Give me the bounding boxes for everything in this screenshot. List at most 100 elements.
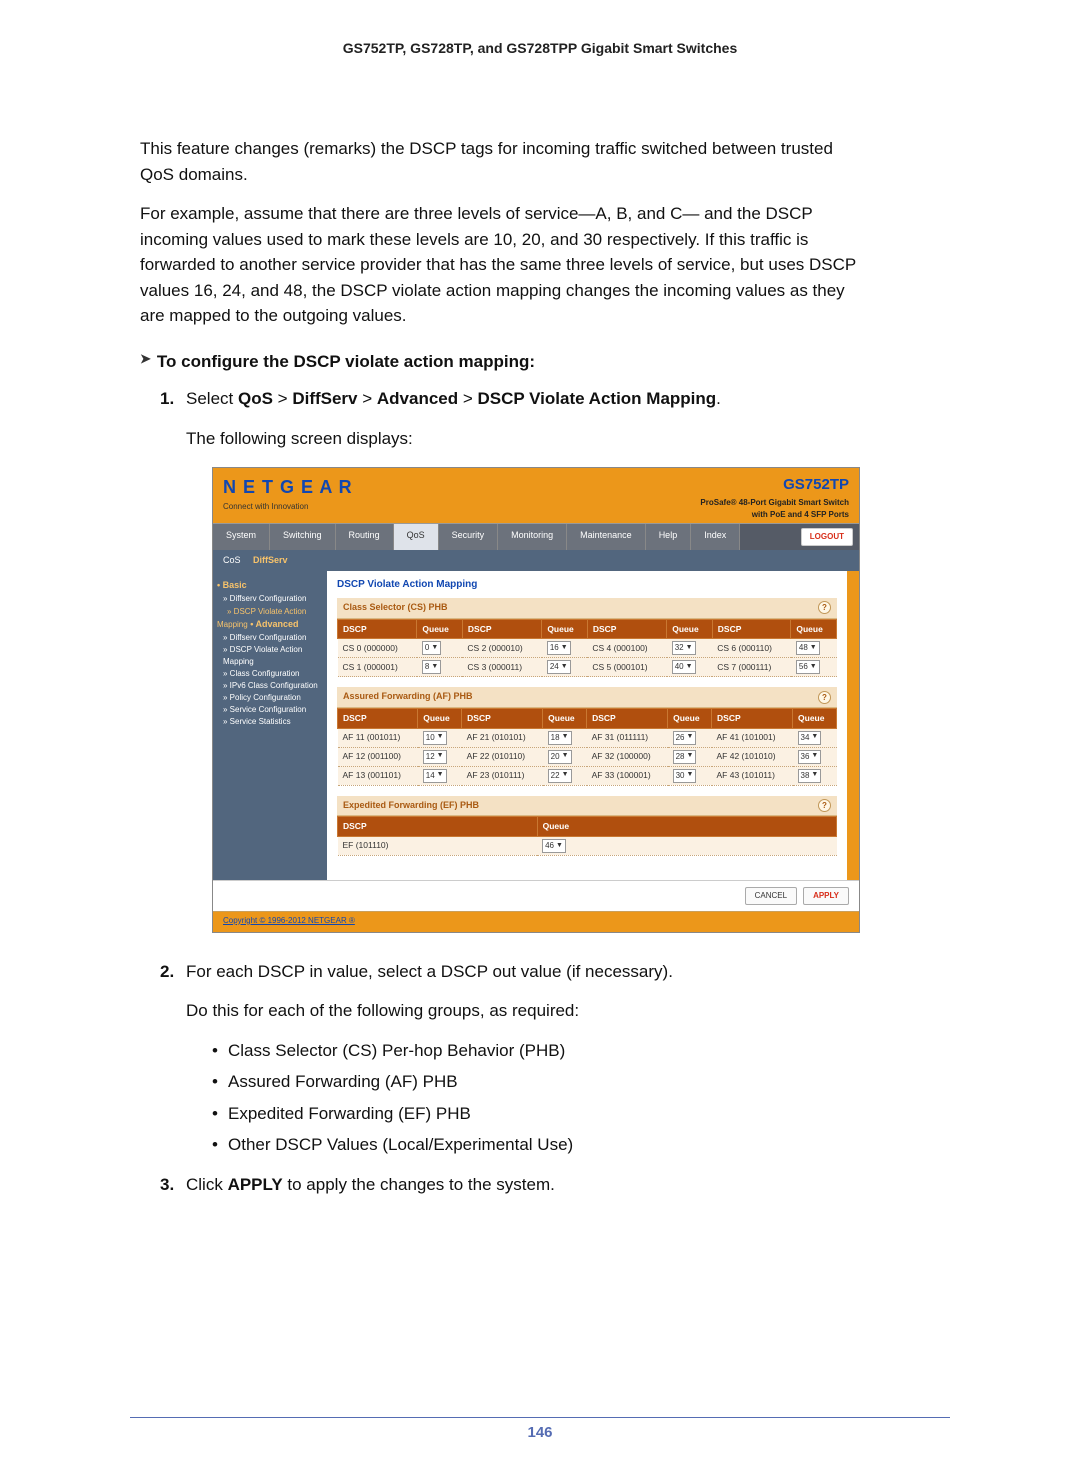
product-subtitle-2: with PoE and 4 SFP Ports (700, 509, 849, 521)
queue-select[interactable]: 48▼ (796, 641, 820, 655)
chevron-down-icon: ▼ (686, 662, 693, 673)
step-1-result: The following screen displays: (186, 426, 860, 452)
queue-select[interactable]: 24▼ (547, 660, 571, 674)
sidebar-advanced[interactable]: • Advanced (250, 619, 298, 629)
intro-paragraph-2: For example, assume that there are three… (140, 201, 860, 329)
page-number: 146 (0, 1424, 1080, 1441)
chevron-down-icon: ▼ (431, 662, 438, 673)
af-table: DSCPQueue DSCPQueue DSCPQueue DSCPQueue … (337, 708, 837, 786)
help-icon[interactable]: ? (818, 691, 831, 704)
queue-select[interactable]: 8▼ (422, 660, 441, 674)
sidebar-adv-service[interactable]: » Service Configuration (217, 704, 323, 716)
netgear-tagline: Connect with Innovation (223, 501, 353, 513)
sidebar-basic[interactable]: • Basic (217, 580, 247, 590)
chevron-down-icon: ▼ (562, 770, 569, 781)
queue-select[interactable]: 30▼ (673, 769, 697, 783)
main-tab-bar: System Switching Routing QoS Security Mo… (213, 523, 859, 550)
bullet-af: Assured Forwarding (AF) PHB (212, 1069, 860, 1095)
tab-index[interactable]: Index (691, 524, 740, 550)
queue-select[interactable]: 14▼ (423, 769, 447, 783)
tab-qos[interactable]: QoS (394, 524, 439, 550)
queue-select[interactable]: 56▼ (796, 660, 820, 674)
tab-system[interactable]: System (213, 524, 270, 550)
table-row: CS 1 (000001)8▼ CS 3 (000011)24▼ CS 5 (0… (338, 658, 837, 677)
queue-select[interactable]: 0▼ (422, 641, 441, 655)
queue-select[interactable]: 40▼ (672, 660, 696, 674)
ef-table: DSCPQueue EF (101110) 46▼ (337, 816, 837, 856)
queue-select[interactable]: 46▼ (542, 839, 566, 853)
queue-select[interactable]: 12▼ (423, 750, 447, 764)
queue-select[interactable]: 34▼ (798, 731, 822, 745)
chevron-down-icon: ▼ (561, 643, 568, 654)
tab-help[interactable]: Help (646, 524, 692, 550)
sidebar-adv-diffserv[interactable]: » Diffserv Configuration (217, 632, 323, 644)
help-icon[interactable]: ? (818, 799, 831, 812)
chevron-down-icon: ▼ (811, 770, 818, 781)
queue-select[interactable]: 20▼ (548, 750, 572, 764)
queue-select[interactable]: 18▼ (548, 731, 572, 745)
step-1: Select QoS > DiffServ > Advanced > DSCP … (160, 386, 860, 933)
bullet-ef: Expedited Forwarding (EF) PHB (212, 1101, 860, 1127)
queue-select[interactable]: 10▼ (423, 731, 447, 745)
chevron-down-icon: ▼ (687, 770, 694, 781)
chevron-down-icon: ▼ (562, 751, 569, 762)
product-model: GS752TP (700, 474, 849, 497)
tab-monitoring[interactable]: Monitoring (498, 524, 567, 550)
subtab-cos[interactable]: CoS (223, 555, 241, 565)
tab-routing[interactable]: Routing (336, 524, 394, 550)
queue-select[interactable]: 26▼ (673, 731, 697, 745)
help-icon[interactable]: ? (818, 601, 831, 614)
product-subtitle-1: ProSafe® 48-Port Gigabit Smart Switch (700, 497, 849, 509)
subtab-diffserv[interactable]: DiffServ (253, 555, 288, 565)
sub-tab-bar: CoS DiffServ (213, 550, 859, 572)
chevron-down-icon: ▼ (561, 662, 568, 673)
ui-screenshot: N E T G E A R Connect with Innovation GS… (212, 467, 860, 933)
bullet-other: Other DSCP Values (Local/Experimental Us… (212, 1132, 860, 1158)
queue-select[interactable]: 28▼ (673, 750, 697, 764)
chevron-down-icon: ▼ (431, 643, 438, 654)
queue-select[interactable]: 32▼ (672, 641, 696, 655)
step-2: For each DSCP in value, select a DSCP ou… (160, 959, 860, 1158)
chevron-down-icon: ▼ (562, 732, 569, 743)
chevron-down-icon: ▼ (811, 732, 818, 743)
sidebar-adv-ipv6-class[interactable]: » IPv6 Class Configuration (217, 680, 323, 692)
sidebar-adv-service-stats[interactable]: » Service Statistics (217, 716, 323, 728)
chevron-down-icon: ▼ (437, 770, 444, 781)
cs-panel-title: Class Selector (CS) PHB (343, 601, 448, 615)
procedure-arrow-icon: ➤ (140, 349, 151, 369)
tab-security[interactable]: Security (439, 524, 499, 550)
queue-select[interactable]: 36▼ (798, 750, 822, 764)
table-row: CS 0 (000000)0▼ CS 2 (000010)16▼ CS 4 (0… (338, 639, 837, 658)
chevron-down-icon: ▼ (811, 751, 818, 762)
footer-rule (130, 1417, 950, 1418)
procedure-heading: To configure the DSCP violate action map… (157, 349, 535, 375)
sidebar-adv-class[interactable]: » Class Configuration (217, 668, 323, 680)
cs-table: DSCPQueue DSCPQueue DSCPQueue DSCPQueue … (337, 619, 837, 678)
table-row: AF 12 (001100)12▼ AF 22 (010110)20▼ AF 3… (338, 747, 837, 766)
step-3: Click APPLY to apply the changes to the … (160, 1172, 860, 1198)
chevron-down-icon: ▼ (810, 643, 817, 654)
step-2-note: Do this for each of the following groups… (186, 998, 860, 1024)
copyright-link[interactable]: Copyright © 1996-2012 NETGEAR ® (213, 911, 859, 932)
bullet-cs: Class Selector (CS) Per-hop Behavior (PH… (212, 1038, 860, 1064)
logout-button[interactable]: LOGOUT (801, 528, 853, 546)
page-title: DSCP Violate Action Mapping (337, 577, 837, 592)
running-header: GS752TP, GS728TP, and GS728TPP Gigabit S… (0, 40, 1080, 56)
chevron-down-icon: ▼ (687, 732, 694, 743)
netgear-logo: N E T G E A R (223, 474, 353, 501)
ef-panel-title: Expedited Forwarding (EF) PHB (343, 799, 479, 813)
af-panel-title: Assured Forwarding (AF) PHB (343, 690, 473, 704)
sidebar-adv-policy[interactable]: » Policy Configuration (217, 692, 323, 704)
sidebar: • Basic » Diffserv Configuration » DSCP … (213, 571, 327, 880)
apply-button[interactable]: APPLY (803, 887, 849, 905)
tab-switching[interactable]: Switching (270, 524, 336, 550)
queue-select[interactable]: 38▼ (798, 769, 822, 783)
table-row: EF (101110) 46▼ (338, 836, 837, 855)
sidebar-basic-diffserv[interactable]: » Diffserv Configuration (217, 593, 323, 605)
intro-paragraph-1: This feature changes (remarks) the DSCP … (140, 136, 860, 187)
queue-select[interactable]: 22▼ (548, 769, 572, 783)
queue-select[interactable]: 16▼ (547, 641, 571, 655)
cancel-button[interactable]: CANCEL (745, 887, 797, 905)
tab-maintenance[interactable]: Maintenance (567, 524, 646, 550)
sidebar-adv-dscp-violate[interactable]: » DSCP Violate Action Mapping (217, 644, 323, 668)
